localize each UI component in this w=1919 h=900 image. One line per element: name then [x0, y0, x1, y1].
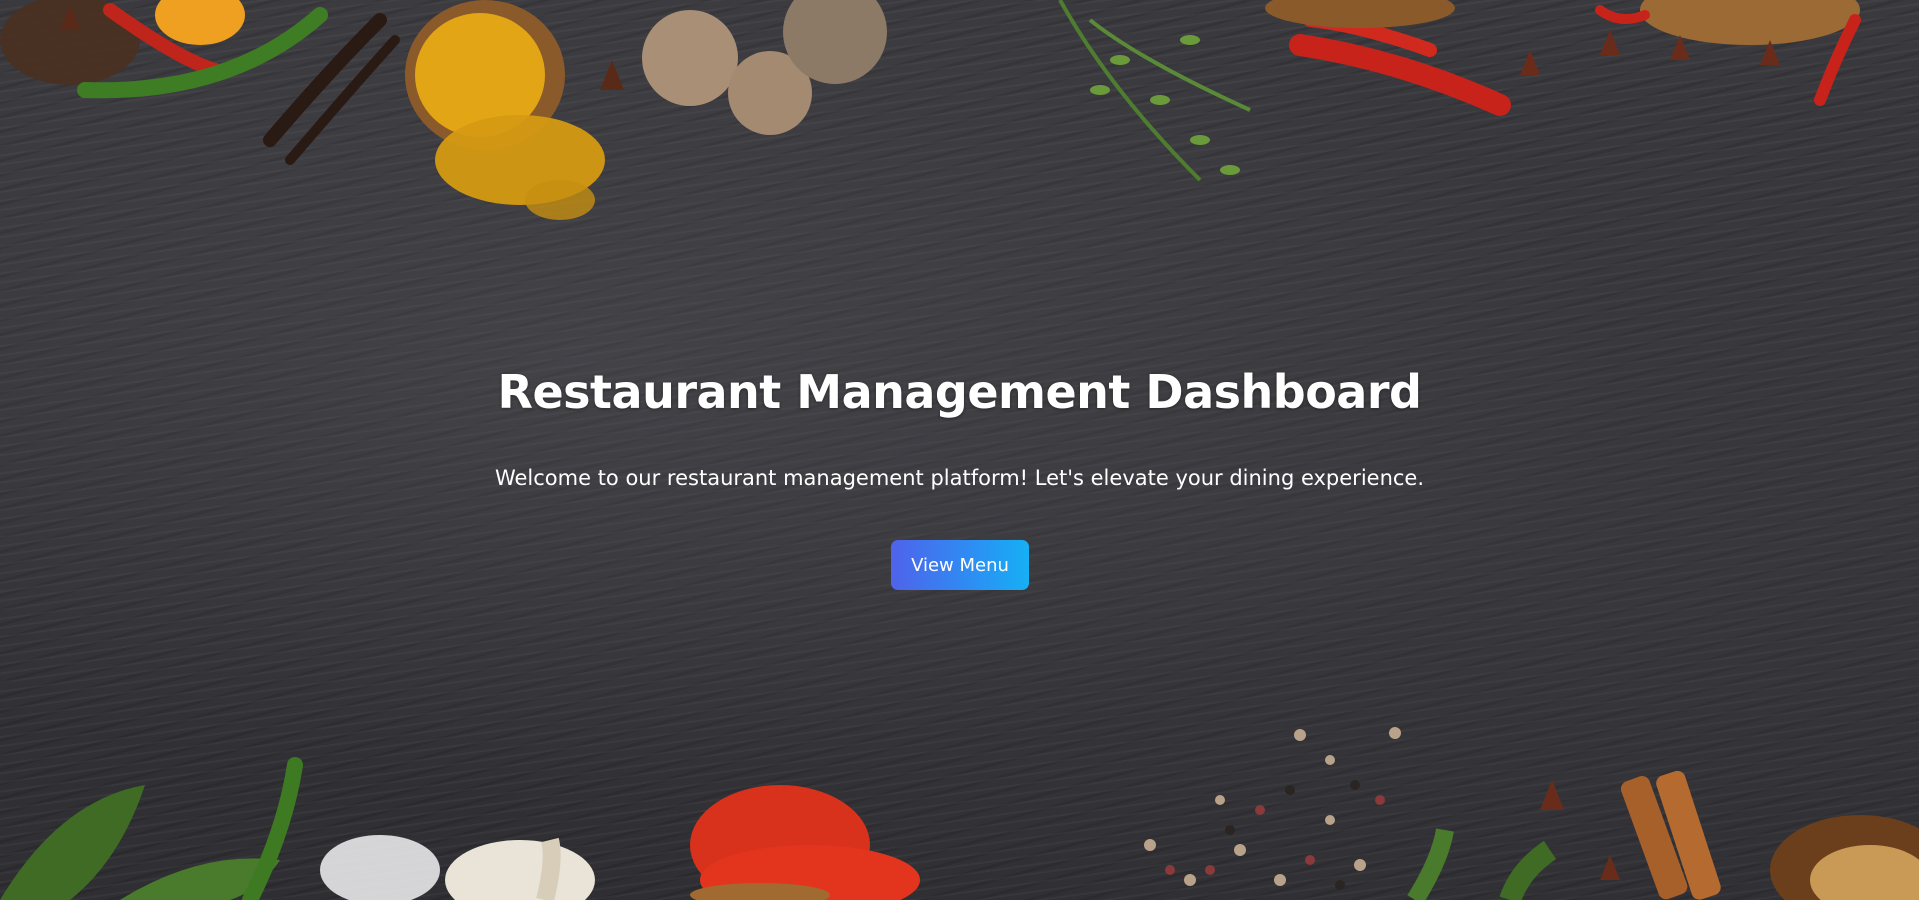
view-menu-button[interactable]: View Menu	[891, 540, 1029, 590]
hero-content: Restaurant Management Dashboard Welcome …	[0, 0, 1919, 900]
page-title: Restaurant Management Dashboard	[497, 365, 1422, 419]
hero-section: Restaurant Management Dashboard Welcome …	[0, 0, 1919, 900]
welcome-subtitle: Welcome to our restaurant management pla…	[494, 466, 1425, 490]
